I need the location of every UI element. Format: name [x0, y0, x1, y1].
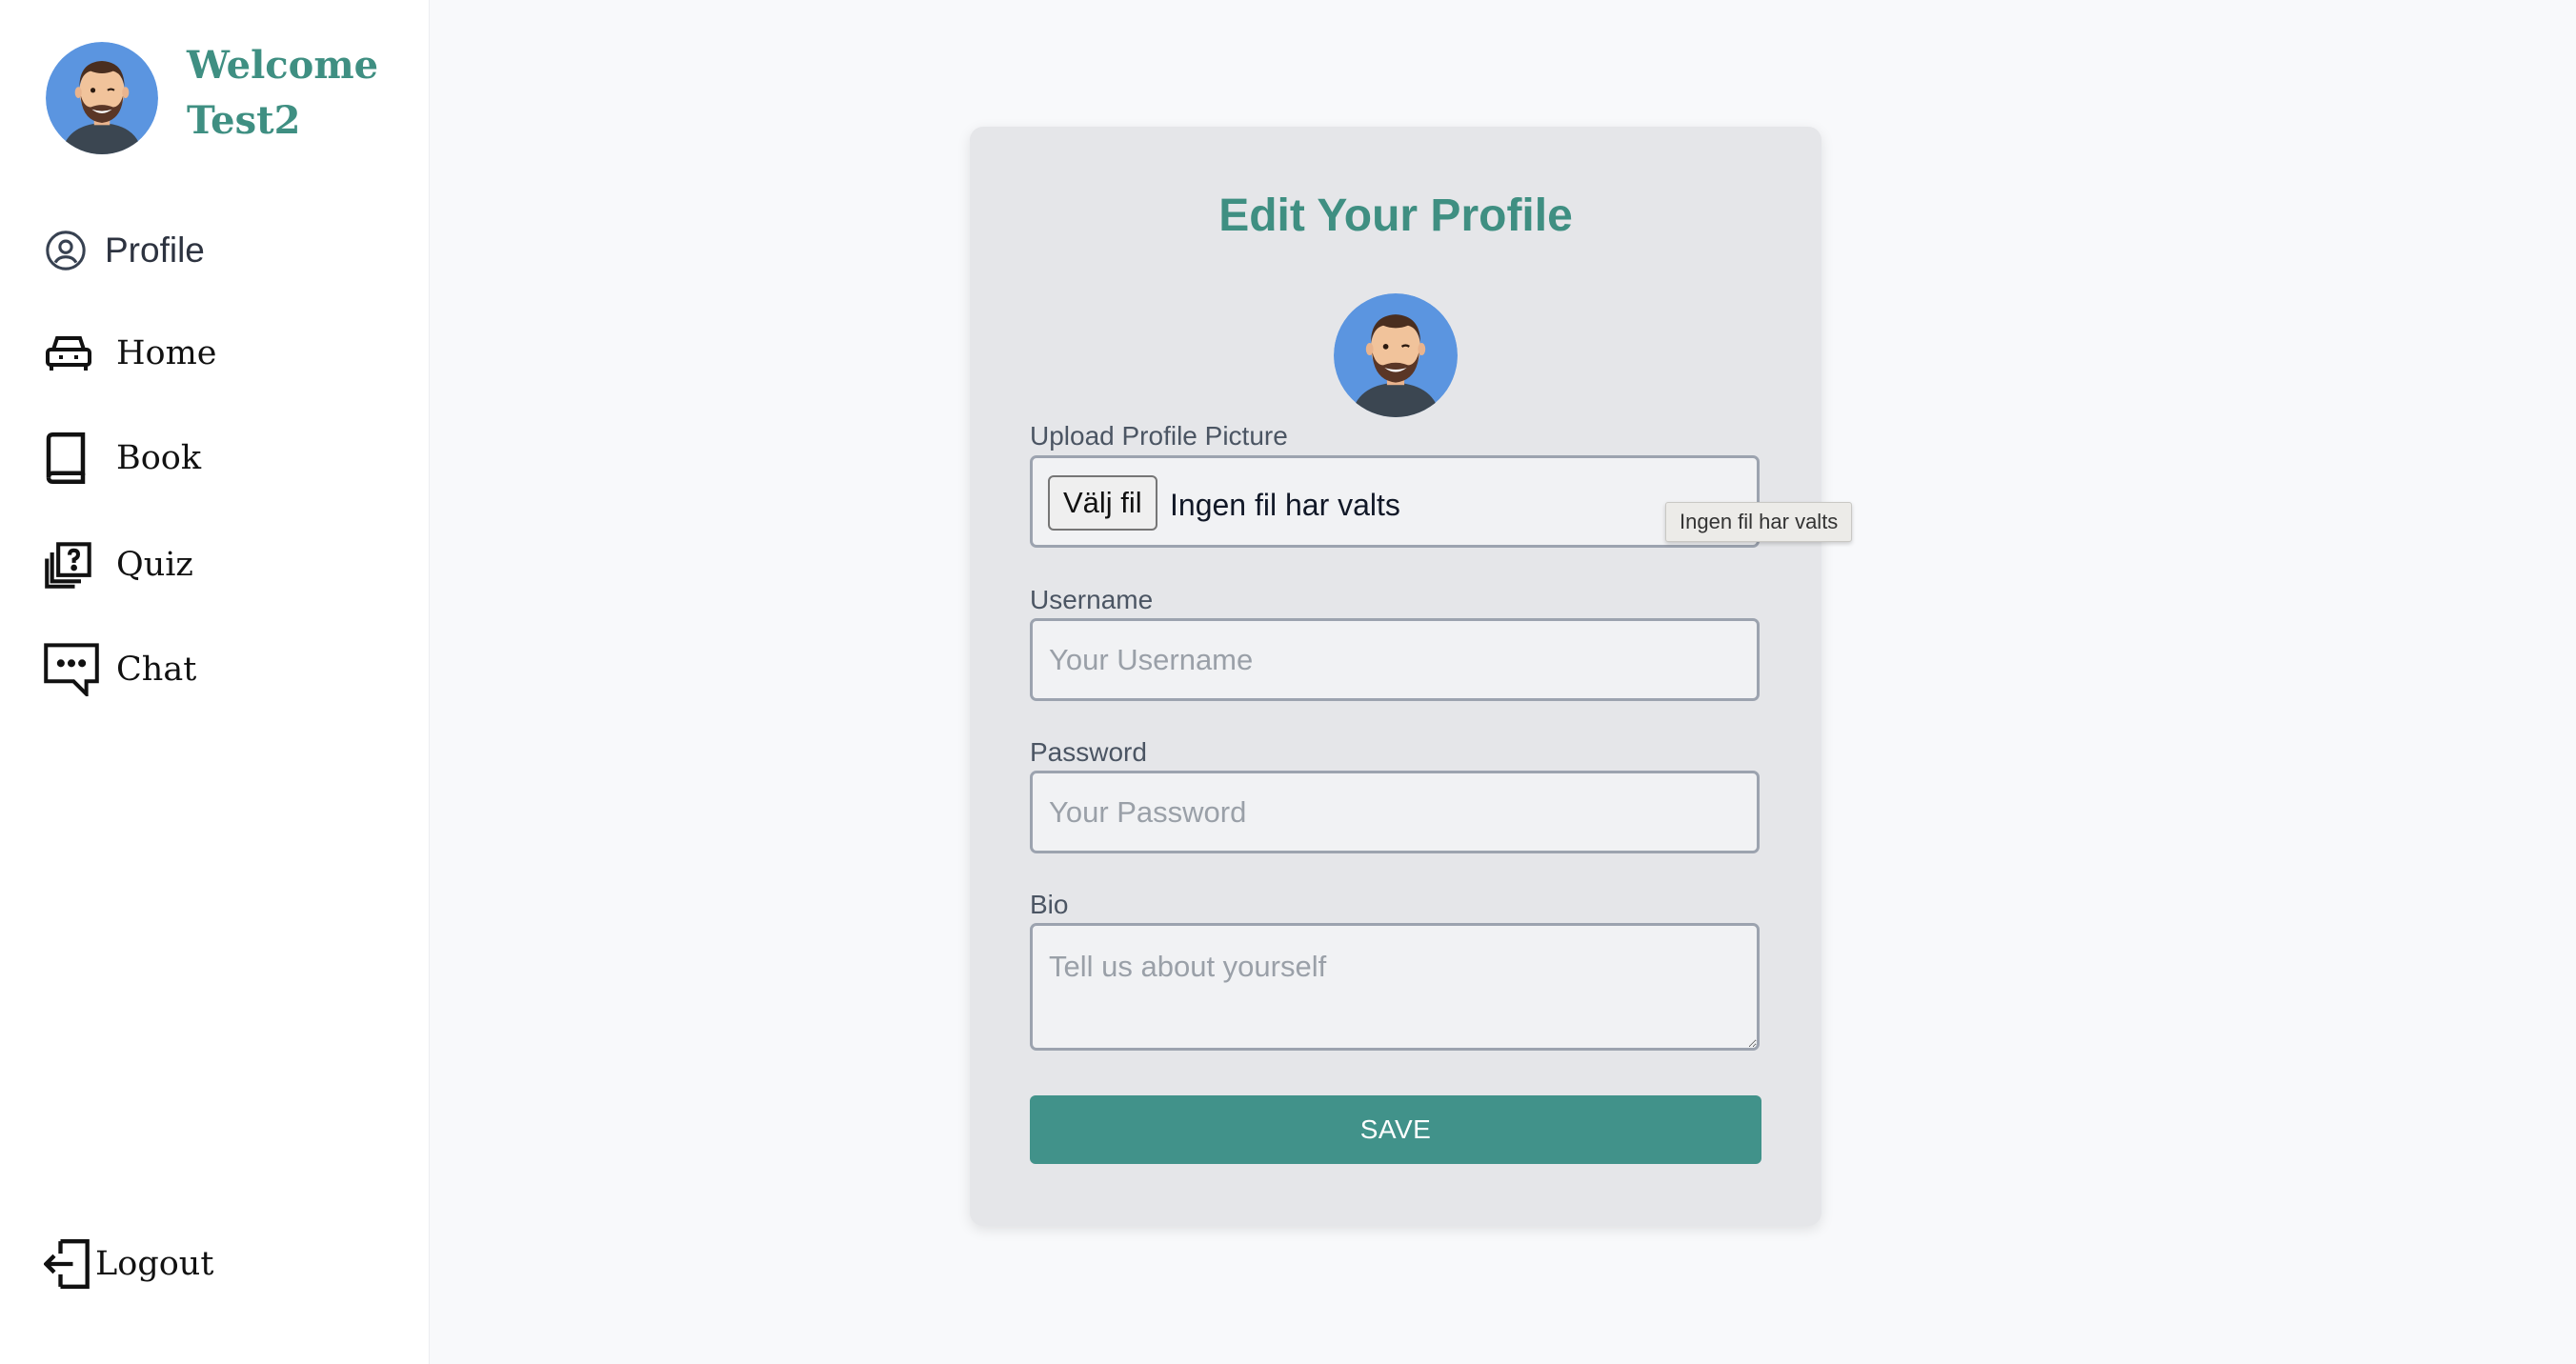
sidebar-item-label: Profile [105, 231, 205, 270]
password-label: Password [1030, 737, 1147, 767]
profile-avatar [1334, 293, 1458, 417]
sidebar-item-chat[interactable]: Chat [44, 643, 197, 696]
quiz-icon [44, 539, 103, 591]
username-input[interactable] [1030, 618, 1760, 701]
logout-icon [44, 1238, 93, 1290]
sidebar-item-quiz[interactable]: Quiz [44, 539, 193, 591]
bio-label: Bio [1030, 890, 1069, 919]
welcome-text: Welcome Test2 [187, 38, 378, 149]
sidebar-item-label: Book [116, 439, 202, 477]
sidebar: Welcome Test2 Profile Home Book Quiz Cha… [0, 0, 430, 1364]
sidebar-item-home[interactable]: Home [44, 328, 217, 379]
chat-icon [44, 643, 103, 696]
edit-profile-card: Edit Your Profile Upload Profile Picture… [970, 127, 1821, 1226]
upload-label: Upload Profile Picture [1030, 421, 1288, 451]
user-circle-icon [44, 225, 95, 276]
file-tooltip: Ingen fil har valts [1665, 502, 1853, 542]
logout-button[interactable]: Logout [44, 1238, 213, 1290]
save-button[interactable]: SAVE [1030, 1095, 1761, 1164]
username-label: Username [1030, 585, 1154, 614]
welcome-username: Test2 [187, 98, 301, 143]
page-title: Edit Your Profile [1218, 191, 1573, 241]
sidebar-item-profile[interactable]: Profile [44, 225, 205, 276]
sidebar-item-label: Quiz [116, 546, 193, 584]
file-status-text: Ingen fil har valts [1170, 488, 1400, 522]
choose-file-button[interactable]: Välj fil [1048, 475, 1157, 531]
password-input[interactable] [1030, 771, 1760, 853]
sidebar-avatar [46, 42, 158, 154]
sidebar-item-book[interactable]: Book [44, 432, 201, 484]
bio-textarea[interactable] [1030, 923, 1760, 1051]
book-icon [44, 432, 103, 484]
sidebar-item-label: Chat [116, 651, 197, 689]
sidebar-item-label: Home [116, 334, 217, 372]
car-icon [44, 328, 103, 379]
file-upload-field[interactable]: Välj fil Ingen fil har valts [1030, 455, 1760, 548]
logout-label: Logout [95, 1245, 214, 1283]
welcome-label: Welcome [187, 43, 379, 88]
